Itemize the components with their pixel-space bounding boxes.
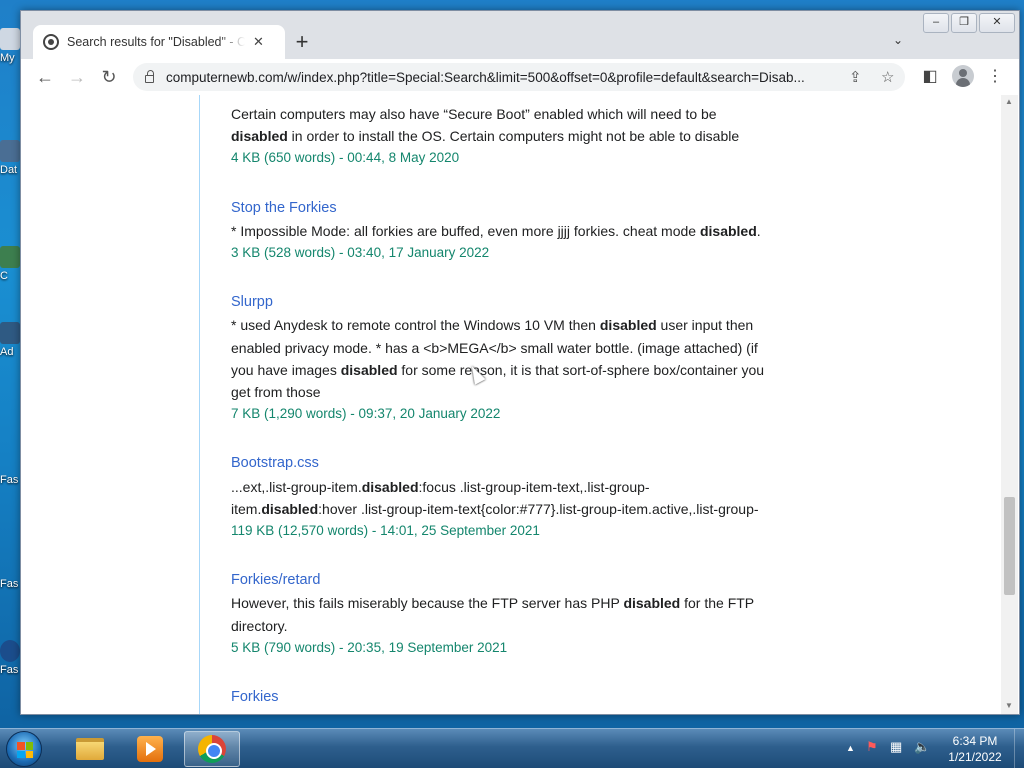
result-title-link[interactable]: Bootstrap.css [231,452,766,474]
content-divider [199,95,200,714]
site-favicon-icon [43,34,59,50]
page-content: Certain computers may also have “Secure … [21,95,1019,714]
desktop-icon-label: Ad [0,346,14,358]
tab-search-chevron-icon[interactable]: ⌄ [893,33,903,47]
file-icon [0,140,20,162]
computer-icon [0,28,20,50]
result-meta: 7 KB (1,290 words) - 09:37, 20 January 2… [231,406,501,422]
back-arrow-icon[interactable]: ← [33,65,57,89]
desktop-icon-fas-3[interactable]: Fas [0,640,22,676]
desktop-icon-c[interactable]: C [0,246,22,282]
desktop-icon-ad[interactable]: Ad [0,322,22,358]
bookmark-star-icon[interactable]: ☆ [881,68,894,86]
desktop-icon-fas-2[interactable]: Fas [0,578,22,590]
search-result: Slurpp * used Anydesk to remote control … [231,291,766,425]
side-panel-icon[interactable]: ◧ [919,66,941,86]
windows-logo-icon [17,742,33,758]
url-text[interactable]: computernewb.com/w/index.php?title=Speci… [166,70,846,85]
scroll-up-arrow-icon[interactable]: ▲ [1005,97,1013,106]
search-result: Certain computers may also have “Secure … [231,103,766,170]
result-title-link[interactable]: Forkies [231,686,766,708]
action-center-flag-icon[interactable]: ⚑ [866,739,878,755]
search-results: Certain computers may also have “Secure … [231,103,766,714]
result-meta: 3 KB (528 words) - 03:40, 17 January 202… [231,245,490,261]
start-button[interactable] [6,731,42,767]
desktop-icon-label: Fas [0,474,19,486]
result-snippet: * used Anydesk to remote control the Win… [231,317,765,401]
result-snippet: * Impossible Mode: all forkies are buffe… [231,222,761,239]
show-desktop-button[interactable] [1014,729,1024,768]
desktop-icon-label: My [0,52,15,64]
tab-close-icon[interactable]: ✕ [253,34,264,50]
file-icon [0,322,20,344]
reload-icon[interactable]: ↻ [97,65,121,89]
media-player-icon [137,736,163,762]
browser-toolbar: ← → ↻ computernewb.com/w/index.php?title… [21,59,1019,95]
network-icon[interactable]: ▦ [890,739,902,755]
search-result: Bootstrap.css ...ext,.list-group-item.di… [231,452,766,542]
tab-search-results[interactable]: Search results for "Disabled" - Co ✕ [33,25,285,59]
clock-time: 6:34 PM [952,734,998,748]
search-result: Stop the Forkies * Impossible Mode: all … [231,197,766,265]
result-meta: 5 KB (790 words) - 20:35, 19 September 2… [231,639,508,655]
folder-icon [76,738,104,760]
forward-arrow-icon[interactable]: → [65,65,89,89]
tab-strip: Search results for "Disabled" - Co ✕ + ⌄… [21,11,1019,59]
app-icon [0,640,20,662]
close-button[interactable]: ✕ [979,13,1015,33]
taskbar-explorer-button[interactable] [62,731,118,767]
search-result: Forkies/retard However, this fails miser… [231,569,766,659]
address-bar[interactable]: computernewb.com/w/index.php?title=Speci… [133,63,905,91]
search-result: Forkies However, this fails miserably be… [231,686,766,714]
desktop-icon-label: Dat [0,164,18,176]
volume-icon[interactable]: 🔈 [914,739,930,755]
lock-icon[interactable] [145,70,154,83]
result-title-link[interactable]: Slurpp [231,291,766,313]
taskbar-media-player-button[interactable] [122,731,178,767]
result-snippet: ...ext,.list-group-item.disabled:focus .… [231,478,759,517]
menu-kebab-icon[interactable]: ⋮ [984,66,1006,86]
chrome-icon [198,735,226,763]
desktop-icon-data[interactable]: Dat [0,140,22,176]
new-tab-button[interactable]: + [289,29,315,55]
result-snippet: However, this fails miserably because th… [231,595,754,634]
vertical-scrollbar[interactable]: ▲ ▼ [1001,95,1018,714]
result-title-link[interactable]: Stop the Forkies [231,197,766,219]
clock-date: 1/21/2022 [948,750,1002,764]
desktop-icon-label: Fas [0,578,19,590]
result-snippet: Certain computers may also have “Secure … [231,106,740,145]
system-clock[interactable]: 6:34 PM 1/21/2022 [940,733,1010,765]
minimize-button[interactable]: ‒ [923,13,949,33]
tab-title: Search results for "Disabled" - Co [67,35,245,49]
file-icon [0,246,20,268]
scroll-down-arrow-icon[interactable]: ▼ [1005,701,1013,710]
profile-avatar-icon[interactable] [952,65,974,87]
share-icon[interactable]: ⇪ [849,68,862,86]
desktop-icon-label: Fas [0,664,19,676]
desktop-icon-label: C [0,270,8,282]
browser-window: Search results for "Disabled" - Co ✕ + ⌄… [20,10,1020,715]
result-title-link[interactable]: Forkies/retard [231,569,766,591]
desktop-icon-my-computer[interactable]: My [0,28,22,64]
taskbar: ▲ ⚑ ▦ 🔈 6:34 PM 1/21/2022 [0,728,1024,768]
result-meta: 4 KB (650 words) - 00:44, 8 May 2020 [231,150,460,166]
show-hidden-icons-arrow-icon[interactable]: ▲ [846,743,855,753]
taskbar-chrome-button[interactable] [184,731,240,767]
scrollbar-thumb[interactable] [1004,497,1015,595]
result-snippet: However, this fails miserably because th… [231,709,766,714]
maximize-button[interactable]: ❐ [951,13,977,33]
result-meta: 119 KB (12,570 words) - 14:01, 25 Septem… [231,523,540,539]
desktop-icon-fas-1[interactable]: Fas [0,474,22,486]
